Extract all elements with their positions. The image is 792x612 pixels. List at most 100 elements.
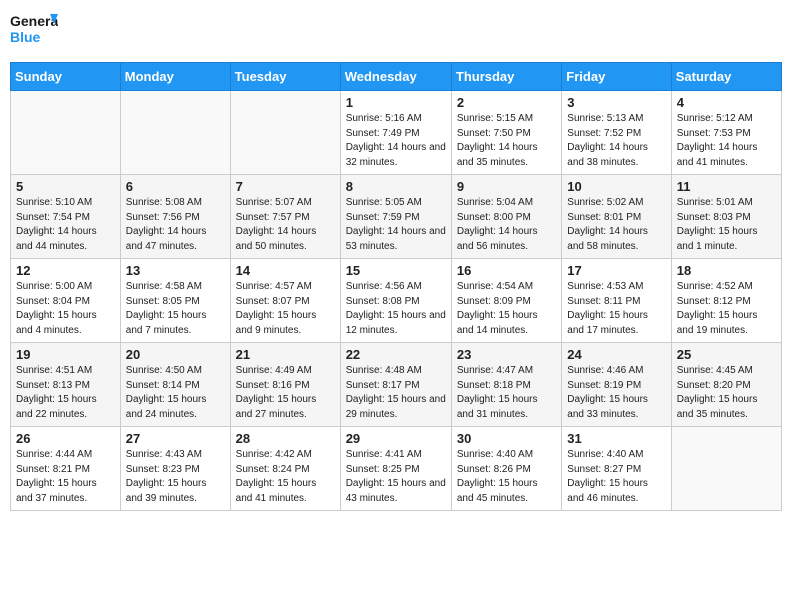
day-number: 3 bbox=[567, 95, 665, 110]
calendar-cell bbox=[11, 91, 121, 175]
day-number: 19 bbox=[16, 347, 115, 362]
day-info: Sunrise: 5:04 AM Sunset: 8:00 PM Dayligh… bbox=[457, 196, 556, 254]
day-info: Sunrise: 4:48 AM Sunset: 8:17 PM Dayligh… bbox=[346, 364, 446, 422]
logo: General Blue bbox=[10, 10, 58, 54]
day-info: Sunrise: 4:56 AM Sunset: 8:08 PM Dayligh… bbox=[346, 280, 446, 338]
calendar-cell: 4 Sunrise: 5:12 AM Sunset: 7:53 PM Daylig… bbox=[671, 91, 781, 175]
col-header-monday: Monday bbox=[120, 63, 230, 91]
day-info: Sunrise: 4:41 AM Sunset: 8:25 PM Dayligh… bbox=[346, 448, 446, 506]
day-number: 11 bbox=[677, 179, 776, 194]
day-info: Sunrise: 5:07 AM Sunset: 7:57 PM Dayligh… bbox=[236, 196, 335, 254]
calendar-cell: 28Sunrise: 4:42 AM Sunset: 8:24 PM Dayli… bbox=[230, 427, 340, 511]
day-info: Sunrise: 5:00 AM Sunset: 8:04 PM Dayligh… bbox=[16, 280, 115, 338]
day-info: Sunrise: 5:12 AM Sunset: 7:53 PM Dayligh… bbox=[677, 112, 776, 170]
day-number: 26 bbox=[16, 431, 115, 446]
day-info: Sunrise: 4:40 AM Sunset: 8:26 PM Dayligh… bbox=[457, 448, 556, 506]
col-header-friday: Friday bbox=[562, 63, 671, 91]
header: General Blue bbox=[10, 10, 782, 54]
calendar-week-row: 1Sunrise: 5:16 AM Sunset: 7:49 PM Daylig… bbox=[11, 91, 782, 175]
calendar-cell: 7 Sunrise: 5:07 AM Sunset: 7:57 PM Daylig… bbox=[230, 175, 340, 259]
calendar-cell: 2 Sunrise: 5:15 AM Sunset: 7:50 PM Daylig… bbox=[451, 91, 561, 175]
calendar-week-row: 12 Sunrise: 5:00 AM Sunset: 8:04 PM Dayli… bbox=[11, 259, 782, 343]
day-info: Sunrise: 4:43 AM Sunset: 8:23 PM Dayligh… bbox=[126, 448, 225, 506]
calendar-cell: 17 Sunrise: 4:53 AM Sunset: 8:11 PM Dayli… bbox=[562, 259, 671, 343]
calendar-cell bbox=[230, 91, 340, 175]
calendar-cell: 23 Sunrise: 4:47 AM Sunset: 8:18 PM Dayli… bbox=[451, 343, 561, 427]
day-info: Sunrise: 4:58 AM Sunset: 8:05 PM Dayligh… bbox=[126, 280, 225, 338]
day-info: Sunrise: 5:05 AM Sunset: 7:59 PM Dayligh… bbox=[346, 196, 446, 254]
col-header-sunday: Sunday bbox=[11, 63, 121, 91]
day-number: 8 bbox=[346, 179, 446, 194]
day-number: 6 bbox=[126, 179, 225, 194]
calendar-cell: 11Sunrise: 5:01 AM Sunset: 8:03 PM Dayli… bbox=[671, 175, 781, 259]
col-header-saturday: Saturday bbox=[671, 63, 781, 91]
calendar-week-row: 19 Sunrise: 4:51 AM Sunset: 8:13 PM Dayli… bbox=[11, 343, 782, 427]
day-info: Sunrise: 4:47 AM Sunset: 8:18 PM Dayligh… bbox=[457, 364, 556, 422]
day-info: Sunrise: 5:10 AM Sunset: 7:54 PM Dayligh… bbox=[16, 196, 115, 254]
day-number: 16 bbox=[457, 263, 556, 278]
calendar-cell: 10Sunrise: 5:02 AM Sunset: 8:01 PM Dayli… bbox=[562, 175, 671, 259]
day-number: 27 bbox=[126, 431, 225, 446]
calendar-week-row: 5 Sunrise: 5:10 AM Sunset: 7:54 PM Daylig… bbox=[11, 175, 782, 259]
day-info: Sunrise: 4:51 AM Sunset: 8:13 PM Dayligh… bbox=[16, 364, 115, 422]
day-info: Sunrise: 4:42 AM Sunset: 8:24 PM Dayligh… bbox=[236, 448, 335, 506]
calendar-cell: 18 Sunrise: 4:52 AM Sunset: 8:12 PM Dayli… bbox=[671, 259, 781, 343]
day-info: Sunrise: 4:44 AM Sunset: 8:21 PM Dayligh… bbox=[16, 448, 115, 506]
day-number: 4 bbox=[677, 95, 776, 110]
calendar-cell: 20Sunrise: 4:50 AM Sunset: 8:14 PM Dayli… bbox=[120, 343, 230, 427]
day-number: 17 bbox=[567, 263, 665, 278]
day-info: Sunrise: 4:52 AM Sunset: 8:12 PM Dayligh… bbox=[677, 280, 776, 338]
col-header-thursday: Thursday bbox=[451, 63, 561, 91]
calendar-cell: 19 Sunrise: 4:51 AM Sunset: 8:13 PM Dayli… bbox=[11, 343, 121, 427]
day-number: 15 bbox=[346, 263, 446, 278]
calendar-cell: 24 Sunrise: 4:46 AM Sunset: 8:19 PM Dayli… bbox=[562, 343, 671, 427]
day-number: 24 bbox=[567, 347, 665, 362]
day-info: Sunrise: 5:16 AM Sunset: 7:49 PM Dayligh… bbox=[346, 112, 446, 170]
day-number: 2 bbox=[457, 95, 556, 110]
day-info: Sunrise: 4:40 AM Sunset: 8:27 PM Dayligh… bbox=[567, 448, 665, 506]
day-info: Sunrise: 4:54 AM Sunset: 8:09 PM Dayligh… bbox=[457, 280, 556, 338]
day-number: 14 bbox=[236, 263, 335, 278]
calendar-cell: 31 Sunrise: 4:40 AM Sunset: 8:27 PM Dayli… bbox=[562, 427, 671, 511]
day-number: 23 bbox=[457, 347, 556, 362]
day-number: 13 bbox=[126, 263, 225, 278]
calendar-table: SundayMondayTuesdayWednesdayThursdayFrid… bbox=[10, 62, 782, 511]
day-number: 31 bbox=[567, 431, 665, 446]
day-info: Sunrise: 5:15 AM Sunset: 7:50 PM Dayligh… bbox=[457, 112, 556, 170]
day-number: 9 bbox=[457, 179, 556, 194]
calendar-cell: 29 Sunrise: 4:41 AM Sunset: 8:25 PM Dayli… bbox=[340, 427, 451, 511]
day-number: 5 bbox=[16, 179, 115, 194]
day-number: 7 bbox=[236, 179, 335, 194]
col-header-wednesday: Wednesday bbox=[340, 63, 451, 91]
day-number: 30 bbox=[457, 431, 556, 446]
calendar-cell: 12 Sunrise: 5:00 AM Sunset: 8:04 PM Dayli… bbox=[11, 259, 121, 343]
day-number: 20 bbox=[126, 347, 225, 362]
day-number: 12 bbox=[16, 263, 115, 278]
day-number: 22 bbox=[346, 347, 446, 362]
calendar-cell: 25Sunrise: 4:45 AM Sunset: 8:20 PM Dayli… bbox=[671, 343, 781, 427]
calendar-cell: 27 Sunrise: 4:43 AM Sunset: 8:23 PM Dayli… bbox=[120, 427, 230, 511]
col-header-tuesday: Tuesday bbox=[230, 63, 340, 91]
day-info: Sunrise: 4:49 AM Sunset: 8:16 PM Dayligh… bbox=[236, 364, 335, 422]
day-info: Sunrise: 5:08 AM Sunset: 7:56 PM Dayligh… bbox=[126, 196, 225, 254]
calendar-cell: 6 Sunrise: 5:08 AM Sunset: 7:56 PM Daylig… bbox=[120, 175, 230, 259]
calendar-cell: 1Sunrise: 5:16 AM Sunset: 7:49 PM Daylig… bbox=[340, 91, 451, 175]
day-info: Sunrise: 4:53 AM Sunset: 8:11 PM Dayligh… bbox=[567, 280, 665, 338]
calendar-cell: 13 Sunrise: 4:58 AM Sunset: 8:05 PM Dayli… bbox=[120, 259, 230, 343]
calendar-week-row: 26 Sunrise: 4:44 AM Sunset: 8:21 PM Dayli… bbox=[11, 427, 782, 511]
calendar-cell: 14 Sunrise: 4:57 AM Sunset: 8:07 PM Dayli… bbox=[230, 259, 340, 343]
day-info: Sunrise: 4:57 AM Sunset: 8:07 PM Dayligh… bbox=[236, 280, 335, 338]
calendar-cell: 21 Sunrise: 4:49 AM Sunset: 8:16 PM Dayli… bbox=[230, 343, 340, 427]
day-info: Sunrise: 5:13 AM Sunset: 7:52 PM Dayligh… bbox=[567, 112, 665, 170]
day-info: Sunrise: 4:46 AM Sunset: 8:19 PM Dayligh… bbox=[567, 364, 665, 422]
logo-svg: General Blue bbox=[10, 10, 58, 54]
day-number: 18 bbox=[677, 263, 776, 278]
calendar-cell: 15 Sunrise: 4:56 AM Sunset: 8:08 PM Dayli… bbox=[340, 259, 451, 343]
day-number: 10 bbox=[567, 179, 665, 194]
day-info: Sunrise: 4:45 AM Sunset: 8:20 PM Dayligh… bbox=[677, 364, 776, 422]
calendar-cell: 5 Sunrise: 5:10 AM Sunset: 7:54 PM Daylig… bbox=[11, 175, 121, 259]
day-number: 21 bbox=[236, 347, 335, 362]
svg-text:Blue: Blue bbox=[10, 29, 41, 45]
day-number: 29 bbox=[346, 431, 446, 446]
calendar-cell: 8 Sunrise: 5:05 AM Sunset: 7:59 PM Daylig… bbox=[340, 175, 451, 259]
